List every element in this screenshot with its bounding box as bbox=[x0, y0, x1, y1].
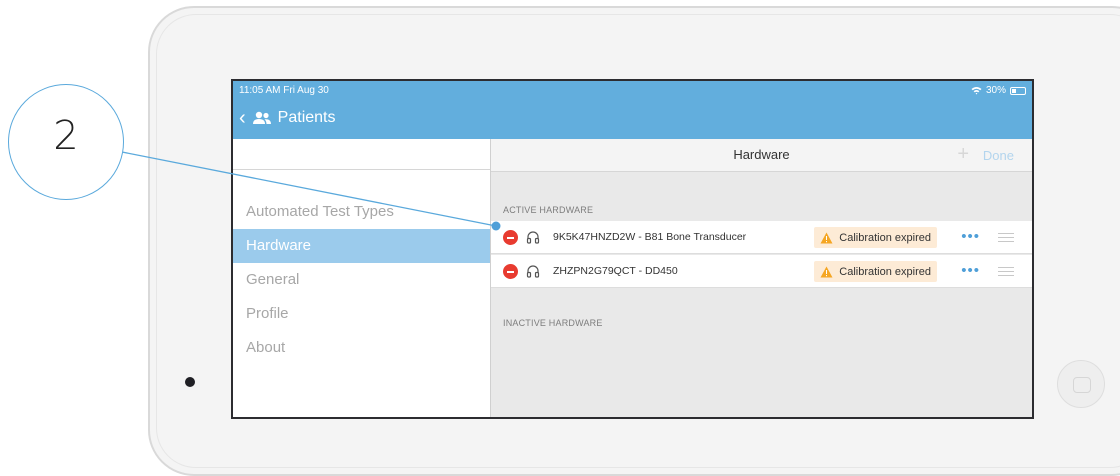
callout-leader-line bbox=[121, 151, 501, 231]
callout-number: 2 bbox=[53, 113, 79, 159]
callout-badge: 2 bbox=[8, 84, 124, 200]
callout-pointer-dot bbox=[491, 221, 501, 231]
